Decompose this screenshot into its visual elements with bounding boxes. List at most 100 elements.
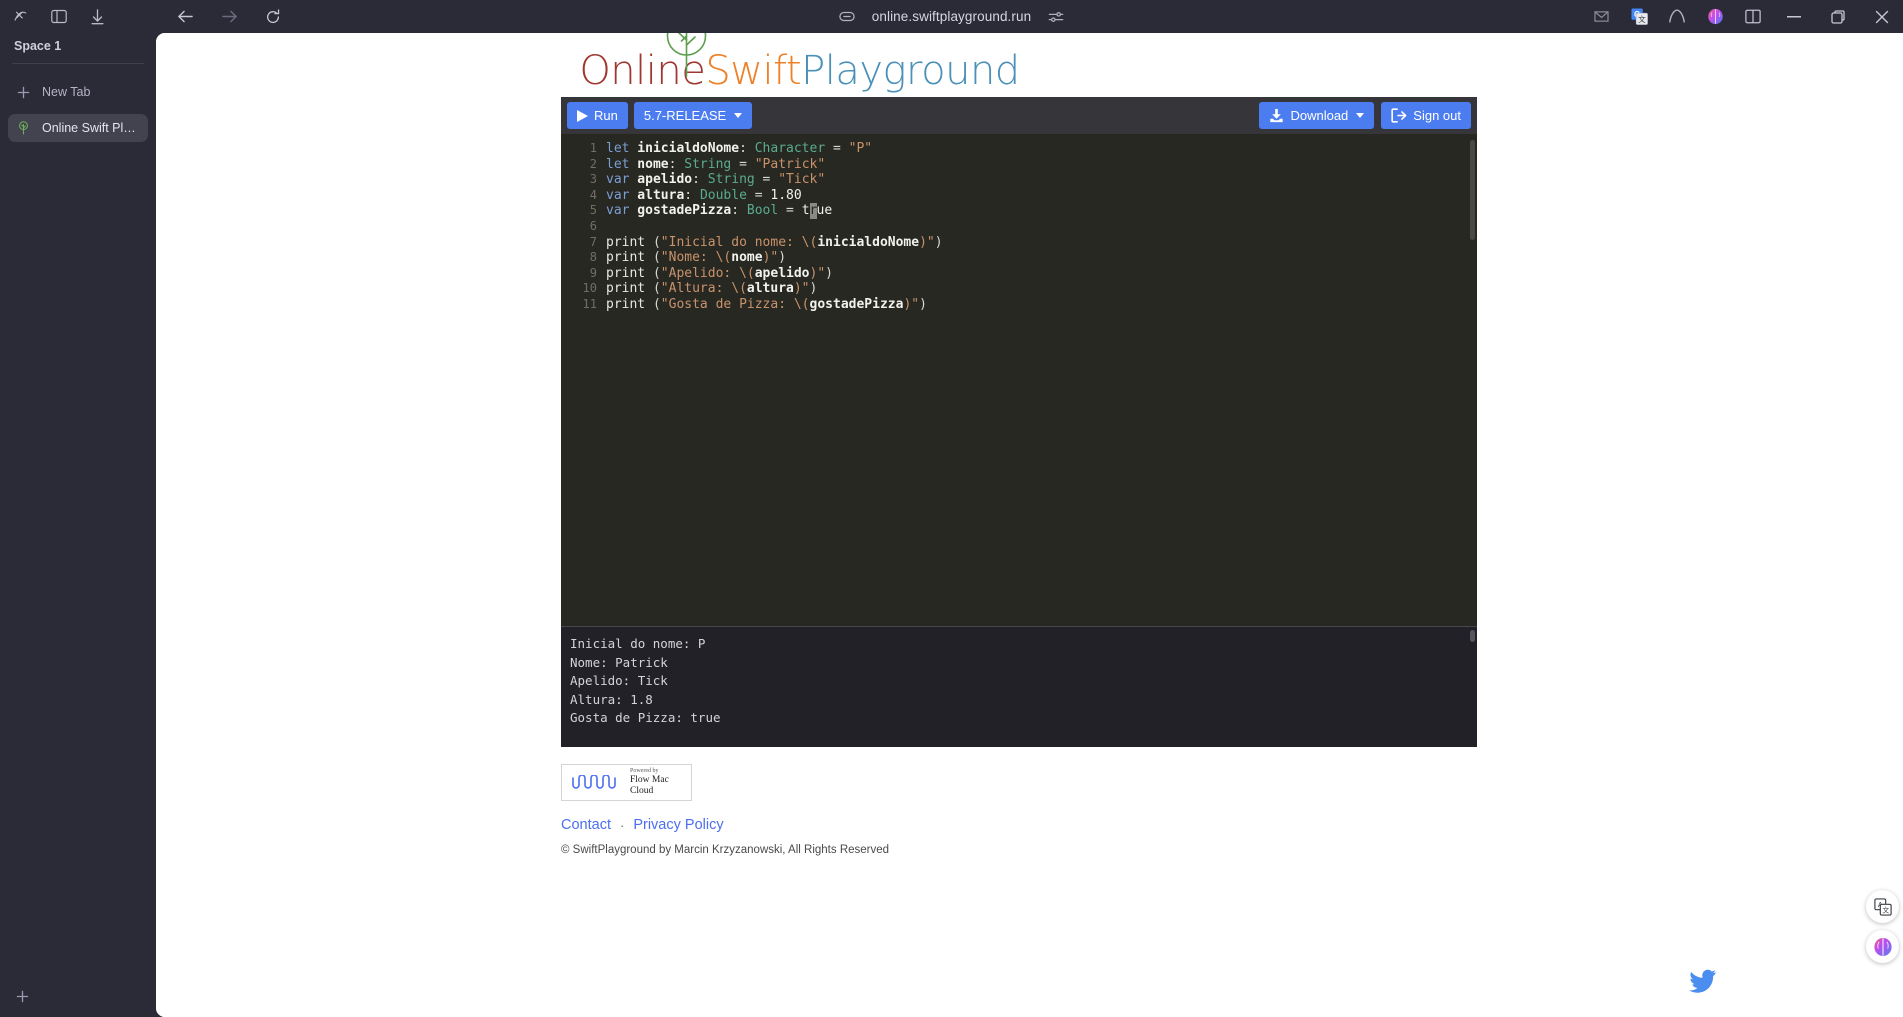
code-token: "Apelido: \( bbox=[660, 265, 755, 281]
code-token: ( bbox=[652, 234, 661, 250]
plus-icon bbox=[17, 86, 30, 99]
code-token: String bbox=[684, 156, 732, 172]
code-text[interactable]: print ("Inicial do nome: \(inicialdoNome… bbox=[606, 235, 943, 251]
code-token: print bbox=[606, 265, 653, 281]
sign-out-label: Sign out bbox=[1413, 108, 1461, 123]
code-line[interactable]: 6 bbox=[561, 219, 1477, 235]
translate-fab-button[interactable]: A 文 bbox=[1866, 890, 1899, 923]
brain-extension-icon[interactable] bbox=[1701, 4, 1729, 30]
contact-link[interactable]: Contact bbox=[561, 817, 611, 833]
url-text[interactable]: online.swiftplayground.run bbox=[872, 9, 1031, 24]
swift-version-dropdown[interactable]: 5.7-RELEASE bbox=[633, 102, 753, 129]
code-token: : bbox=[668, 156, 685, 172]
sidebar-divider bbox=[12, 63, 144, 64]
add-space-button[interactable] bbox=[0, 979, 156, 1013]
wave-logo-icon bbox=[571, 774, 623, 791]
sidebar-item-online-swift-playground[interactable]: Online Swift Playgr... bbox=[8, 114, 148, 142]
code-token: inicialdoNome bbox=[629, 141, 740, 156]
code-line[interactable]: 3 var apelido: String = "Tick" bbox=[561, 172, 1477, 188]
forward-arrow-icon[interactable] bbox=[214, 4, 244, 30]
sign-out-button[interactable]: Sign out bbox=[1381, 102, 1471, 129]
close-icon[interactable] bbox=[1865, 0, 1899, 33]
console-line: Altura: 1.8 bbox=[570, 691, 653, 707]
code-token: apelido bbox=[754, 265, 810, 281]
line-number: 8 bbox=[589, 250, 597, 265]
playground-toolbar: Run 5.7-RELEASE Download Sign out bbox=[561, 97, 1477, 134]
sliders-icon[interactable] bbox=[1041, 4, 1071, 30]
code-token: let bbox=[606, 156, 630, 172]
code-token: nome bbox=[731, 250, 763, 266]
downloads-icon[interactable] bbox=[82, 4, 112, 30]
code-token: altura bbox=[746, 281, 794, 297]
code-text[interactable]: print ("Gosta de Pizza: \(gostadePizza)"… bbox=[606, 297, 927, 313]
console-scrollbar[interactable] bbox=[1470, 630, 1475, 642]
swift-playground-page: Online Swift Playground Run 5.7-RELEASE … bbox=[156, 33, 1903, 1017]
powered-by-badge[interactable]: Powered by Flow Mac Cloud bbox=[561, 764, 692, 801]
twitter-icon[interactable] bbox=[1689, 969, 1717, 998]
new-tab-button[interactable]: New Tab bbox=[8, 78, 148, 106]
code-line[interactable]: 9 print ("Apelido: \(apelido)") bbox=[561, 266, 1477, 282]
code-token: ) bbox=[825, 265, 833, 281]
code-token: )" bbox=[762, 250, 779, 266]
code-token: "Inicial do nome: \( bbox=[660, 234, 818, 250]
line-number: 7 bbox=[589, 234, 597, 249]
code-line[interactable]: 2 let nome: String = "Patrick" bbox=[561, 157, 1477, 173]
code-line[interactable]: 5 var gostadePizza: Bool = true bbox=[561, 203, 1477, 219]
code-text[interactable]: let nome: String = "Patrick" bbox=[606, 157, 825, 173]
toggle-sidebar-icon[interactable] bbox=[44, 4, 74, 30]
code-token: Bool bbox=[746, 203, 779, 219]
code-token: : bbox=[692, 172, 708, 188]
mail-extension-icon[interactable] bbox=[1587, 4, 1615, 30]
code-line[interactable]: 11 print ("Gosta de Pizza: \(gostadePizza… bbox=[561, 297, 1477, 313]
code-editor[interactable]: 1 let inicialdoNome: Character = "P" 2 let … bbox=[561, 134, 1477, 626]
code-lines-container: 1 let inicialdoNome: Character = "P" 2 let … bbox=[561, 141, 1477, 313]
editor-scrollbar[interactable] bbox=[1470, 140, 1475, 240]
browser-toolbar: online.swiftplayground.run G 文 bbox=[0, 0, 1903, 33]
minimize-icon[interactable] bbox=[1777, 0, 1811, 33]
code-token: t bbox=[801, 203, 810, 219]
arc-logo-icon[interactable] bbox=[6, 4, 36, 30]
code-text[interactable]: print ("Altura: \(altura)") bbox=[606, 281, 817, 297]
code-line[interactable]: 4 var altura: Double = 1.80 bbox=[561, 188, 1477, 204]
brain-fab-button[interactable] bbox=[1866, 930, 1899, 963]
download-button[interactable]: Download bbox=[1259, 102, 1375, 129]
code-token: inicialdoNome bbox=[817, 234, 920, 250]
code-line[interactable]: 8 print ("Nome: \(nome)") bbox=[561, 250, 1477, 266]
web-viewport: Online Swift Playground Run 5.7-RELEASE … bbox=[156, 33, 1903, 1017]
split-view-icon[interactable] bbox=[1739, 4, 1767, 30]
site-logo[interactable]: Online Swift Playground bbox=[156, 33, 1903, 97]
code-token: let bbox=[606, 141, 630, 156]
code-line[interactable]: 10 print ("Altura: \(altura)") bbox=[561, 281, 1477, 297]
code-text[interactable]: print ("Apelido: \(apelido)") bbox=[606, 266, 833, 282]
link-icon[interactable] bbox=[832, 4, 862, 30]
privacy-policy-link[interactable]: Privacy Policy bbox=[633, 817, 723, 833]
code-token: ) bbox=[934, 234, 943, 250]
code-text[interactable]: let inicialdoNome: Character = "P" bbox=[606, 141, 872, 157]
line-number: 2 bbox=[589, 156, 597, 171]
google-translate-icon[interactable]: G 文 bbox=[1625, 4, 1653, 30]
code-text[interactable]: var altura: Double = 1.80 bbox=[606, 188, 802, 204]
back-arrow-icon[interactable] bbox=[170, 4, 200, 30]
code-token: apelido bbox=[629, 172, 693, 188]
reload-icon[interactable] bbox=[258, 4, 288, 30]
code-token: ) bbox=[919, 296, 927, 312]
code-text[interactable]: var apelido: String = "Tick" bbox=[606, 172, 825, 188]
code-token: "Tick" bbox=[778, 172, 826, 188]
arc-extension-icon[interactable] bbox=[1663, 4, 1691, 30]
code-text[interactable]: print ("Nome: \(nome)") bbox=[606, 250, 786, 266]
chevron-down-icon bbox=[734, 113, 743, 118]
code-text[interactable]: var gostadePizza: Bool = true bbox=[606, 203, 832, 219]
code-token: "P" bbox=[848, 141, 873, 156]
sidebar-toolbar-icons bbox=[0, 4, 156, 30]
maximize-icon[interactable] bbox=[1821, 0, 1855, 33]
code-line[interactable]: 7 print ("Inicial do nome: \(inicialdoNom… bbox=[561, 235, 1477, 251]
sign-out-icon bbox=[1391, 108, 1407, 123]
code-token: ( bbox=[652, 296, 661, 312]
code-line[interactable]: 1 let inicialdoNome: Character = "P" bbox=[561, 141, 1477, 157]
run-button[interactable]: Run bbox=[567, 102, 628, 129]
code-token: )" bbox=[919, 234, 935, 250]
code-token: : bbox=[739, 141, 755, 156]
code-token: = bbox=[754, 172, 779, 188]
line-number: 11 bbox=[582, 296, 597, 311]
console-line: Apelido: Tick bbox=[570, 673, 668, 689]
